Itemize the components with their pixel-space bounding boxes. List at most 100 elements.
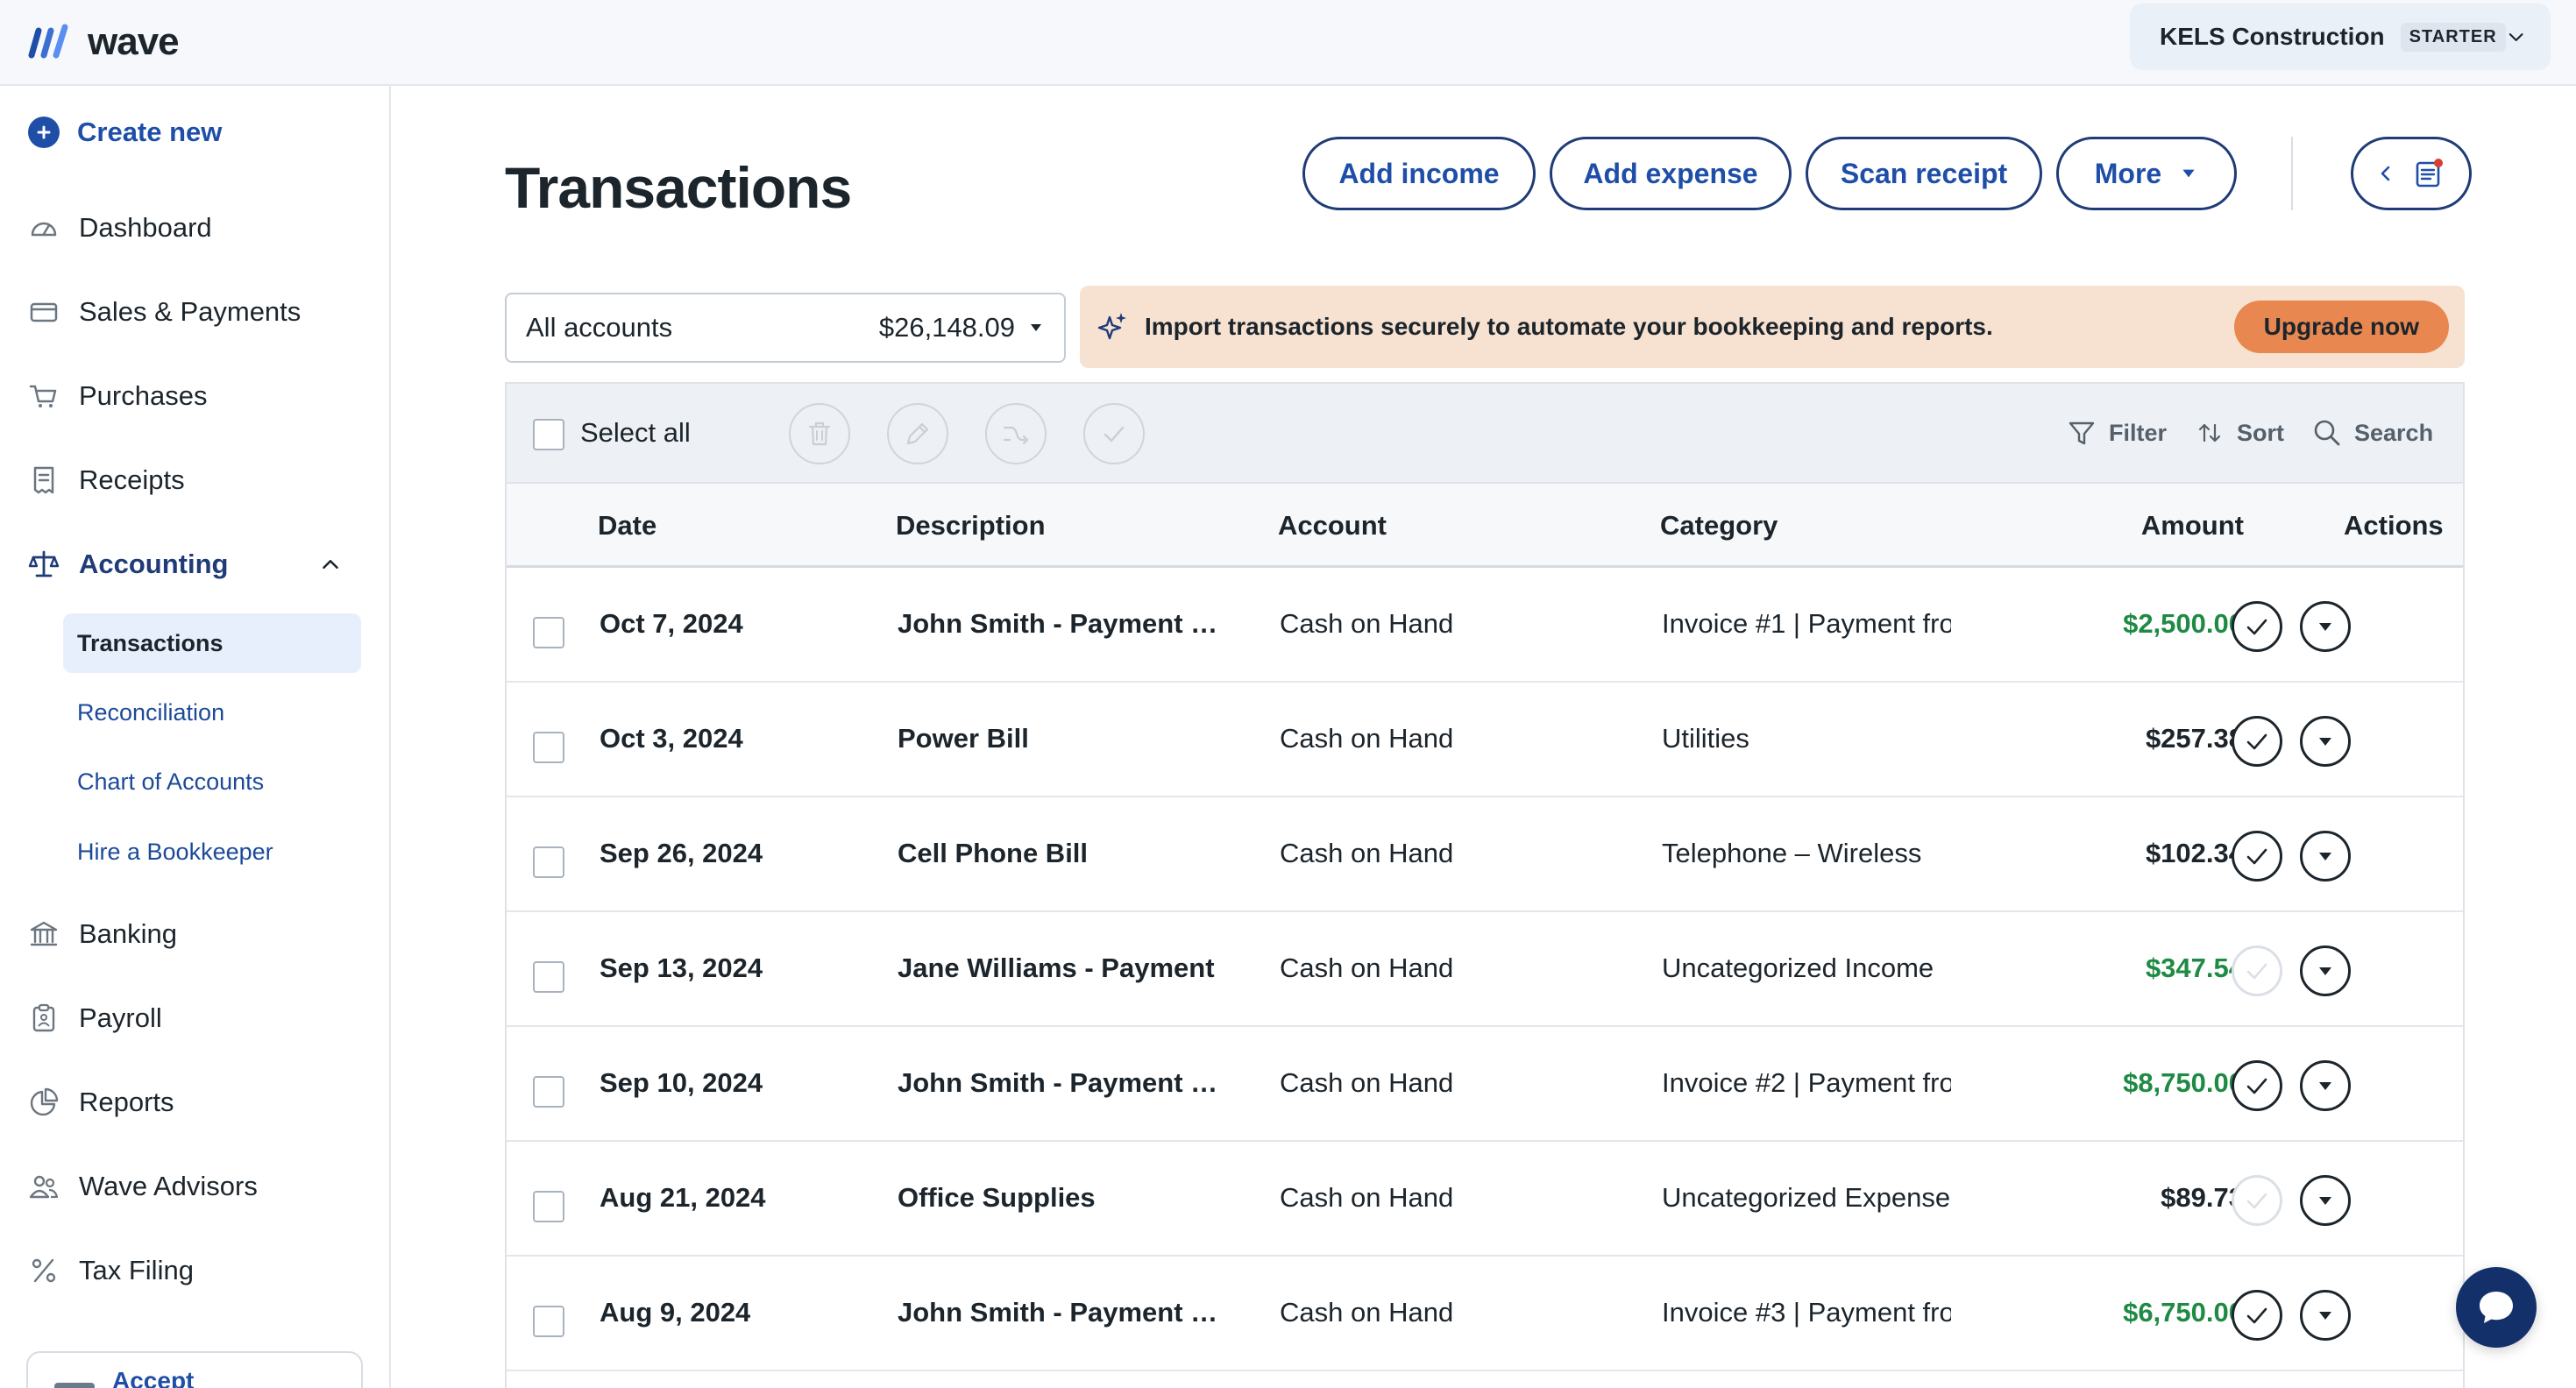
sidebar-item-wave-advisors[interactable]: Wave Advisors	[28, 1164, 258, 1209]
row-description[interactable]: John Smith - Payment for Invoice #3	[898, 1297, 1218, 1328]
create-new-button[interactable]: Create new	[28, 110, 222, 154]
row-category[interactable]: Utilities	[1662, 723, 1951, 754]
sidebar-subitem-transactions[interactable]: Transactions	[63, 613, 361, 673]
row-description[interactable]: Office Supplies	[898, 1182, 1218, 1214]
mark-reviewed-button[interactable]	[2232, 1175, 2282, 1226]
row-category[interactable]: Invoice #3 | Payment from John Smith	[1662, 1297, 1951, 1328]
accept-card-label: Accept	[112, 1367, 195, 1388]
row-actions-menu-button[interactable]	[2300, 1060, 2351, 1111]
row-description[interactable]: Jane Williams - Payment	[898, 952, 1218, 984]
sidebar-item-dashboard[interactable]: Dashboard	[28, 205, 212, 251]
row-category[interactable]: Telephone – Wireless	[1662, 838, 1951, 869]
row-actions-menu-button[interactable]	[2300, 601, 2351, 652]
bank-icon	[30, 921, 58, 946]
row-account[interactable]: Cash on Hand	[1280, 1182, 1453, 1214]
row-checkbox[interactable]	[533, 961, 564, 993]
mark-reviewed-button[interactable]	[2232, 716, 2282, 767]
bulk-merge-button[interactable]	[985, 403, 1047, 464]
row-checkbox[interactable]	[533, 1191, 564, 1222]
row-description[interactable]: John Smith - Payment for Invoice #1	[898, 608, 1218, 640]
bulk-edit-button[interactable]	[887, 403, 948, 464]
add-income-button[interactable]: Add income	[1302, 137, 1536, 210]
row-checkbox[interactable]	[533, 1306, 564, 1337]
chat-support-button[interactable]	[2456, 1267, 2537, 1348]
row-account[interactable]: Cash on Hand	[1280, 608, 1453, 640]
upgrade-now-button[interactable]: Upgrade now	[2233, 301, 2449, 353]
row-account[interactable]: Cash on Hand	[1280, 723, 1453, 754]
row-category[interactable]: Uncategorized Expense	[1662, 1182, 1951, 1214]
accept-payments-card[interactable]: Accept	[26, 1351, 363, 1388]
sort-icon	[2198, 423, 2221, 443]
mark-reviewed-button[interactable]	[2232, 831, 2282, 882]
trash-icon	[808, 421, 831, 446]
row-checkbox[interactable]	[533, 732, 564, 763]
bulk-review-button[interactable]	[1083, 403, 1145, 464]
mark-reviewed-button[interactable]	[2232, 1060, 2282, 1111]
row-checkbox[interactable]	[533, 617, 564, 648]
sidebar-panel-toggle[interactable]	[2351, 137, 2472, 210]
checkmark-icon	[2246, 963, 2267, 980]
table-row[interactable]: Oct 3, 2024 Power Bill Cash on Hand Util…	[507, 683, 2463, 797]
table-row[interactable]: Aug 9, 2024 John Smith - Payment for Inv…	[507, 1257, 2463, 1371]
account-select[interactable]: All accounts $26,148.09	[505, 293, 1066, 363]
row-checkbox[interactable]	[533, 1076, 564, 1108]
mark-reviewed-button[interactable]	[2232, 945, 2282, 996]
row-description[interactable]: John Smith - Payment for Invoice #2	[898, 1067, 1218, 1099]
sort-button[interactable]: Sort	[2195, 414, 2284, 452]
table-row[interactable]: Sep 13, 2024 Jane Williams - Payment Cas…	[507, 912, 2463, 1027]
row-actions-menu-button[interactable]	[2300, 1290, 2351, 1341]
table-row[interactable]: Aug 21, 2024 Office Supplies Cash on Han…	[507, 1142, 2463, 1257]
column-header-amount[interactable]: Amount	[2141, 510, 2244, 542]
bulk-delete-button[interactable]	[789, 403, 850, 464]
row-actions-menu-button[interactable]	[2300, 716, 2351, 767]
column-header-description[interactable]: Description	[896, 510, 1046, 542]
column-header-date[interactable]: Date	[598, 510, 656, 542]
sidebar-item-accounting[interactable]: Accounting	[28, 542, 229, 587]
sidebar-subitem-hire-bookkeeper[interactable]: Hire a Bookkeeper	[63, 822, 361, 882]
row-account[interactable]: Cash on Hand	[1280, 1297, 1453, 1328]
column-header-account[interactable]: Account	[1278, 510, 1387, 542]
sidebar-item-payroll[interactable]: Payroll	[28, 995, 162, 1041]
sidebar-item-tax-filing[interactable]: Tax Filing	[28, 1248, 194, 1293]
add-expense-button[interactable]: Add expense	[1550, 137, 1792, 210]
row-account[interactable]: Cash on Hand	[1280, 1067, 1453, 1099]
sidebar-item-label: Banking	[79, 918, 178, 949]
row-account[interactable]: Cash on Hand	[1280, 838, 1453, 869]
chevron-up-icon[interactable]	[317, 551, 344, 577]
mark-reviewed-button[interactable]	[2232, 601, 2282, 652]
scan-receipt-button[interactable]: Scan receipt	[1806, 137, 2042, 210]
sidebar-item-sales-payments[interactable]: Sales & Payments	[28, 289, 301, 335]
select-all-label: Select all	[580, 417, 691, 448]
sidebar-subitem-reconciliation[interactable]: Reconciliation	[63, 683, 361, 742]
logo-text: wave	[88, 20, 180, 63]
caret-down-icon	[2319, 623, 2331, 631]
select-all-checkbox[interactable]	[533, 419, 564, 450]
sidebar-item-purchases[interactable]: Purchases	[28, 373, 207, 419]
filter-button[interactable]: Filter	[2067, 414, 2167, 452]
receipt-icon	[33, 466, 54, 494]
table-row[interactable]: Sep 10, 2024 John Smith - Payment for In…	[507, 1027, 2463, 1142]
table-row[interactable]: Oct 7, 2024 John Smith - Payment for Inv…	[507, 568, 2463, 683]
row-actions-menu-button[interactable]	[2300, 945, 2351, 996]
row-actions-menu-button[interactable]	[2300, 1175, 2351, 1226]
row-checkbox[interactable]	[533, 846, 564, 878]
table-row[interactable]: Sep 26, 2024 Cell Phone Bill Cash on Han…	[507, 797, 2463, 912]
business-switcher[interactable]: KELS Construction STARTER	[2130, 4, 2551, 70]
caret-down-icon	[2319, 967, 2331, 975]
column-header-category[interactable]: Category	[1660, 510, 1778, 542]
row-description[interactable]: Cell Phone Bill	[898, 838, 1218, 869]
mark-reviewed-button[interactable]	[2232, 1290, 2282, 1341]
sidebar-item-banking[interactable]: Banking	[28, 911, 177, 957]
sidebar-item-reports[interactable]: Reports	[28, 1080, 174, 1125]
wave-logo[interactable]: wave	[26, 16, 180, 68]
row-category[interactable]: Uncategorized Income	[1662, 952, 1951, 984]
sidebar-subitem-chart-of-accounts[interactable]: Chart of Accounts	[63, 752, 361, 811]
more-button[interactable]: More	[2056, 137, 2237, 210]
sidebar-item-receipts[interactable]: Receipts	[28, 457, 185, 503]
row-description[interactable]: Power Bill	[898, 723, 1218, 754]
row-account[interactable]: Cash on Hand	[1280, 952, 1453, 984]
row-category[interactable]: Invoice #2 | Payment from John Smith	[1662, 1067, 1951, 1099]
search-button[interactable]: Search	[2312, 414, 2433, 452]
row-category[interactable]: Invoice #1 | Payment from John Smith	[1662, 608, 1951, 640]
row-actions-menu-button[interactable]	[2300, 831, 2351, 882]
